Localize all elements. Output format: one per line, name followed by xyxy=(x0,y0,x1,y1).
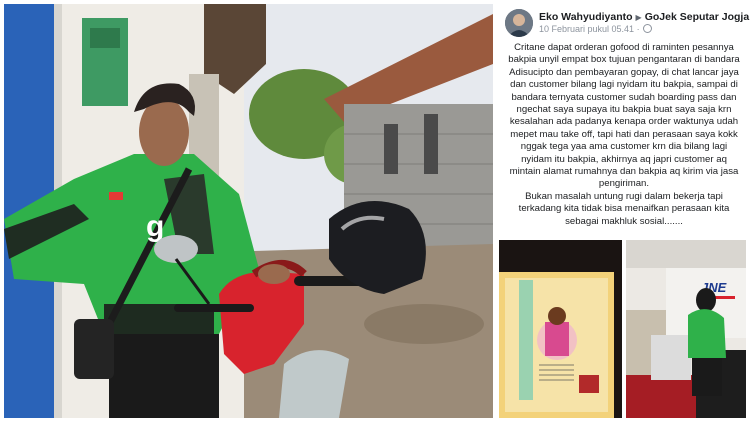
svg-text:g: g xyxy=(146,210,164,243)
post-header: Eko Wahyudiyanto ▶ GoJek Seputar Jogja xyxy=(539,11,749,23)
triangle-right-icon: ▶ xyxy=(635,13,642,22)
jne-office-photo[interactable]: JNE xyxy=(626,240,746,418)
group-name[interactable]: GoJek Seputar Jogja xyxy=(645,11,749,23)
post-meta: 10 Februari pukul 05.41 · xyxy=(539,24,652,34)
post-body: Critane dapat orderan gofood di raminten… xyxy=(506,42,742,228)
author-name[interactable]: Eko Wahyudiyanto xyxy=(539,11,633,23)
author-avatar[interactable] xyxy=(505,9,533,37)
globe-icon xyxy=(642,24,652,33)
post-paragraph-1: Critane dapat orderan gofood di raminten… xyxy=(508,42,740,190)
facebook-post: Eko Wahyudiyanto ▶ GoJek Seputar Jogja 10 … xyxy=(499,4,749,236)
post-timestamp[interactable]: 10 Februari pukul 05.41 · xyxy=(539,24,640,34)
post-paragraph-2: Bukan masalah untung rugi dalam bekerja … xyxy=(518,190,730,227)
main-photo[interactable]: g xyxy=(4,4,493,418)
bakpia-box-photo[interactable] xyxy=(499,240,622,418)
